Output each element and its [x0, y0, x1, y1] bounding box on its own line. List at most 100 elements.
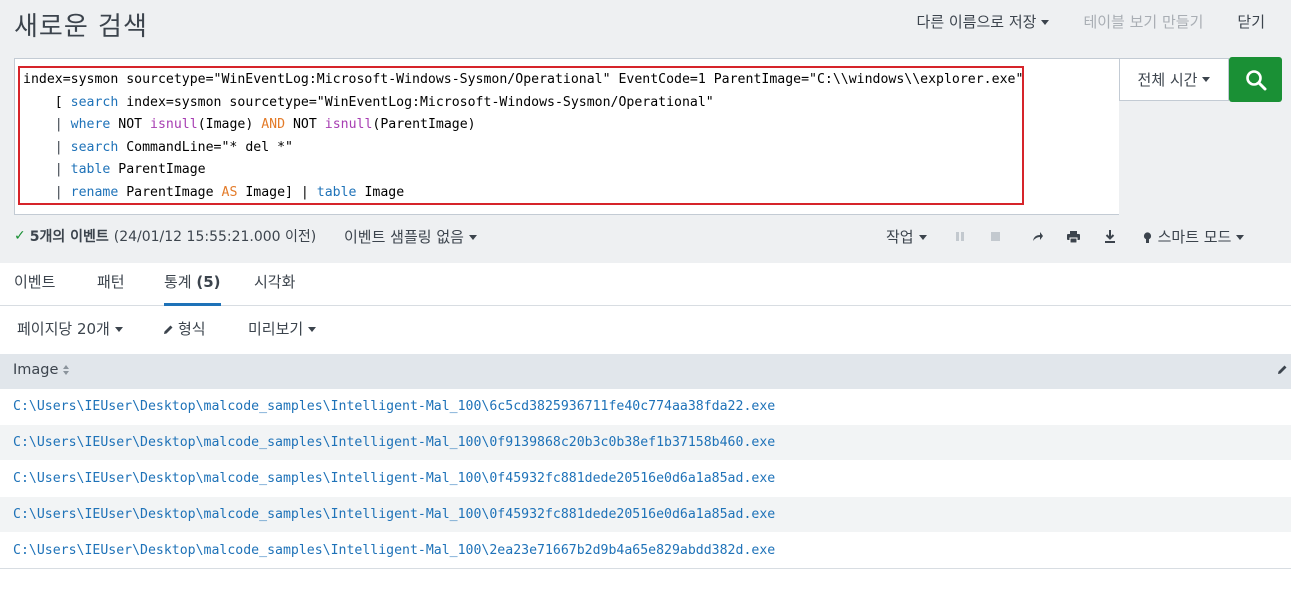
query-line: | rename ParentImage AS Image] | table I…	[23, 182, 1023, 205]
table-row: C:\Users\IEUser\Desktop\malcode_samples\…	[0, 389, 1291, 425]
table-row: C:\Users\IEUser\Desktop\malcode_samples\…	[0, 425, 1291, 461]
bulb-icon	[1143, 231, 1151, 243]
table-row: C:\Users\IEUser\Desktop\malcode_samples\…	[0, 533, 1291, 569]
table-cell-image[interactable]: C:\Users\IEUser\Desktop\malcode_samples\…	[13, 543, 775, 558]
job-toolbar: 작업 스마트 모드	[886, 226, 1245, 247]
pause-icon[interactable]	[951, 228, 969, 246]
results-tabs: 이벤트 패턴 통계 (5) 시각화	[0, 263, 1291, 306]
query-token-plain: (ParentImage)	[372, 117, 476, 133]
chevron-down-icon	[308, 327, 317, 332]
query-token-cmd: rename	[70, 184, 119, 200]
query-token-plain: NOT	[110, 117, 151, 133]
query-token-pipe: |	[23, 162, 71, 178]
chevron-down-icon	[468, 235, 477, 240]
tab-visualization[interactable]: 시각화	[254, 271, 295, 303]
chevron-down-icon	[1041, 20, 1050, 25]
chevron-down-icon	[1236, 235, 1245, 240]
query-line: | where NOT isnull(Image) AND NOT isnull…	[23, 114, 1023, 137]
query-token-pipe: |	[23, 184, 71, 200]
table-cell-image[interactable]: C:\Users\IEUser\Desktop\malcode_samples\…	[13, 435, 775, 450]
search-mode-menu[interactable]: 스마트 모드	[1143, 226, 1245, 247]
share-icon[interactable]	[1029, 228, 1047, 246]
query-token-cmd: where	[70, 117, 111, 133]
column-header-image[interactable]: Image	[13, 362, 70, 378]
time-range-label: 전체 시간	[1137, 71, 1198, 89]
event-count: 5개의 이벤트	[29, 229, 109, 245]
query-token-pipe: |	[23, 139, 71, 155]
table-cell-image[interactable]: C:\Users\IEUser\Desktop\malcode_samples\…	[13, 507, 775, 522]
job-menu[interactable]: 작업	[886, 226, 927, 247]
page-title: 새로운 검색	[14, 12, 148, 42]
query-token-fn: isnull	[150, 117, 198, 133]
search-timestamp: (24/01/12 15:55:21.000 이전)	[113, 229, 317, 245]
event-sampling-label: 이벤트 샘플링 없음	[344, 228, 464, 246]
chevron-down-icon	[918, 235, 927, 240]
chevron-down-icon	[114, 327, 123, 332]
stop-icon[interactable]	[987, 228, 1005, 246]
pencil-icon	[164, 325, 173, 334]
query-token-plain: index=sysmon sourcetype="WinEventLog:Mic…	[23, 72, 1024, 87]
tab-statistics-count: (5)	[196, 273, 221, 291]
search-status: ✓ 5개의 이벤트 (24/01/12 15:55:21.000 이전)	[14, 226, 316, 246]
export-icon[interactable]	[1101, 228, 1119, 246]
column-edit-icon[interactable]	[1277, 364, 1288, 375]
format-menu[interactable]: 형식	[163, 318, 206, 339]
query-token-cmd: search	[70, 139, 119, 155]
search-icon	[1245, 69, 1266, 90]
column-header-label: Image	[13, 362, 59, 378]
print-icon[interactable]	[1065, 228, 1083, 246]
query-line: index=sysmon sourcetype="WinEventLog:Mic…	[23, 69, 1023, 92]
tab-events[interactable]: 이벤트	[14, 271, 55, 303]
query-line: | search CommandLine="* del *"	[23, 137, 1023, 160]
table-row: C:\Users\IEUser\Desktop\malcode_samples\…	[0, 497, 1291, 533]
query-token-plain: (Image)	[197, 117, 262, 133]
table-row: C:\Users\IEUser\Desktop\malcode_samples\…	[0, 461, 1291, 497]
event-sampling-menu[interactable]: 이벤트 샘플링 없음	[344, 226, 477, 247]
tab-statistics-label: 통계	[164, 273, 192, 291]
preview-label: 미리보기	[248, 320, 304, 338]
query-token-pipe: |	[23, 117, 71, 133]
preview-menu[interactable]: 미리보기	[248, 318, 317, 339]
table-cell-image[interactable]: C:\Users\IEUser\Desktop\malcode_samples\…	[13, 399, 775, 414]
query-token-kw: AND	[261, 117, 286, 133]
search-query-text[interactable]: index=sysmon sourcetype="WinEventLog:Mic…	[23, 69, 1023, 205]
per-page-label: 페이지당 20개	[17, 320, 110, 338]
search-header-area: 새로운 검색 다른 이름으로 저장 테이블 보기 만들기 닫기 index=sy…	[0, 0, 1291, 263]
header-actions: 다른 이름으로 저장 테이블 보기 만들기 닫기	[917, 11, 1265, 32]
check-icon: ✓	[14, 228, 26, 244]
query-token-plain: NOT	[285, 117, 325, 133]
query-token-cmd: table	[316, 184, 357, 200]
results-table: C:\Users\IEUser\Desktop\malcode_samples\…	[0, 389, 1291, 569]
table-header: Image	[0, 354, 1291, 389]
table-controls: 페이지당 20개 형식 미리보기	[0, 306, 1291, 354]
query-token-plain: Image] |	[237, 184, 317, 200]
query-token-plain: Image	[356, 184, 405, 200]
query-token-fn: isnull	[324, 117, 373, 133]
search-mode-label: 스마트 모드	[1157, 228, 1232, 246]
table-cell-image[interactable]: C:\Users\IEUser\Desktop\malcode_samples\…	[13, 471, 775, 486]
query-token-cmd: table	[70, 162, 111, 178]
search-query-editor[interactable]: index=sysmon sourcetype="WinEventLog:Mic…	[14, 58, 1119, 215]
query-token-plain: index=sysmon sourcetype="WinEventLog:Mic…	[118, 94, 714, 110]
sort-icon	[63, 365, 70, 375]
create-table-view-button[interactable]: 테이블 보기 만들기	[1083, 11, 1203, 32]
close-button[interactable]: 닫기	[1237, 11, 1265, 32]
chevron-down-icon	[1202, 77, 1211, 82]
query-token-kw: AS	[221, 184, 238, 200]
search-button[interactable]	[1229, 57, 1282, 102]
query-token-plain: CommandLine="* del *"	[118, 139, 293, 155]
query-line: | table ParentImage	[23, 159, 1023, 182]
job-label: 작업	[886, 228, 914, 246]
tab-patterns[interactable]: 패턴	[97, 271, 125, 303]
tab-statistics[interactable]: 통계 (5)	[164, 271, 221, 306]
per-page-menu[interactable]: 페이지당 20개	[17, 318, 123, 339]
query-token-plain: ParentImage	[118, 184, 222, 200]
time-range-picker[interactable]: 전체 시간	[1119, 58, 1229, 101]
query-token-plain: ParentImage	[110, 162, 206, 178]
query-token-plain: [	[23, 94, 71, 110]
save-as-menu[interactable]: 다른 이름으로 저장	[917, 11, 1050, 32]
query-token-cmd: search	[70, 94, 119, 110]
format-label: 형식	[178, 320, 206, 338]
query-line: [ search index=sysmon sourcetype="WinEve…	[23, 92, 1023, 115]
save-as-label: 다른 이름으로 저장	[916, 13, 1037, 31]
